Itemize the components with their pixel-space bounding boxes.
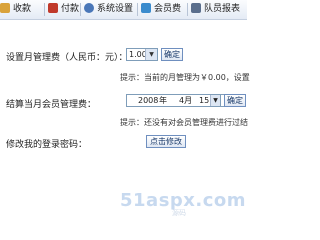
settle-fee-label: 结算当月会员管理费： (6, 100, 97, 110)
settle-confirm-button[interactable]: 确定 (224, 94, 246, 107)
fee-hint: 提示：当前的月管理为￥0.00，设置 (120, 73, 250, 82)
month-value: 4月 (179, 96, 193, 105)
settle-hint: 提示：还没有对会员管理费进行过结 (120, 118, 248, 127)
tab-member-report[interactable]: 队员报表 (191, 3, 240, 16)
tab-separator (80, 3, 81, 16)
year-suffix: 年 (159, 96, 167, 105)
chevron-down-icon: ▼ (145, 49, 157, 60)
top-toolbar: 收款 付款 系统设置 会员费 队员报表 (0, 0, 247, 20)
tab-separator (187, 3, 188, 16)
change-password-button[interactable]: 点击修改 (146, 135, 186, 148)
settle-date-field[interactable]: 2008 年 4月 15日 ▼ (126, 94, 221, 107)
monthly-fee-select[interactable]: 1.00 ▼ (126, 48, 158, 61)
tab-cash[interactable]: 收款 (0, 3, 31, 16)
chevron-down-icon[interactable]: ▼ (210, 95, 220, 106)
tab-separator (137, 3, 138, 16)
tab-payment[interactable]: 付款 (48, 3, 79, 16)
watermark-sub: 源码 (172, 209, 186, 217)
tab-separator (44, 3, 45, 16)
year-value: 2008 (138, 96, 159, 105)
cash-icon (0, 3, 10, 13)
tab-system-settings[interactable]: 系统设置 (84, 3, 133, 16)
payment-icon (48, 3, 58, 13)
monthly-fee-label: 设置月管理费（人民币：元）： (6, 53, 128, 63)
settings-icon (84, 3, 94, 13)
report-icon (191, 3, 201, 13)
member-fee-icon (141, 3, 151, 13)
fee-confirm-button[interactable]: 确定 (161, 48, 183, 61)
change-password-label: 修改我的登录密码： (6, 140, 88, 150)
tab-member-fee[interactable]: 会员费 (141, 3, 181, 16)
